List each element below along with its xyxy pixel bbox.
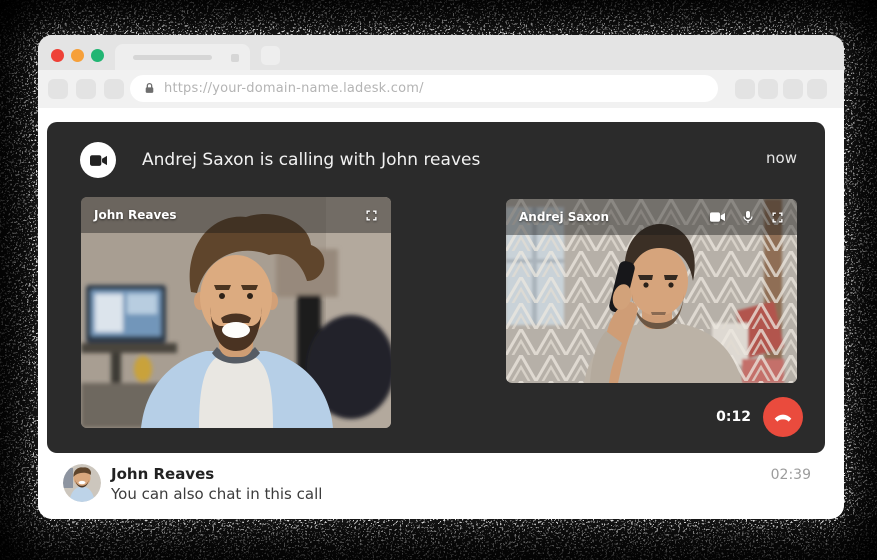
chat-sender-name: John Reaves bbox=[111, 465, 322, 485]
browser-window: https://your-domain-name.ladesk.com/ And… bbox=[38, 35, 844, 519]
video-camera-icon[interactable] bbox=[710, 211, 725, 223]
traffic-light-close-button[interactable] bbox=[51, 49, 64, 62]
call-title: Andrej Saxon is calling with John reaves bbox=[142, 150, 480, 170]
andrej-feed-overlay: Andrej Saxon bbox=[506, 199, 797, 235]
toolbar-button-placeholder-2[interactable] bbox=[758, 79, 778, 99]
toolbar-button-placeholder-4[interactable] bbox=[807, 79, 827, 99]
chat-message-text: You can also chat in this call bbox=[111, 485, 322, 505]
url-text: https://your-domain-name.ladesk.com/ bbox=[164, 81, 424, 96]
call-received-time: now bbox=[766, 149, 797, 167]
lock-icon bbox=[143, 82, 156, 95]
hangup-phone-icon bbox=[772, 409, 794, 425]
browser-tab[interactable] bbox=[115, 44, 250, 70]
chat-timestamp: 02:39 bbox=[771, 464, 811, 483]
video-feed-john-reaves: John Reaves bbox=[81, 197, 391, 428]
traffic-light-zoom-button[interactable] bbox=[91, 49, 104, 62]
hangup-button[interactable] bbox=[763, 397, 803, 437]
forward-button-placeholder[interactable] bbox=[76, 79, 96, 99]
john-feed-name: John Reaves bbox=[94, 208, 177, 222]
new-tab-button[interactable] bbox=[261, 46, 280, 65]
call-panel: Andrej Saxon is calling with John reaves… bbox=[47, 122, 825, 453]
avatar bbox=[63, 464, 101, 502]
fullscreen-icon[interactable] bbox=[365, 209, 378, 222]
video-camera-icon bbox=[90, 154, 107, 167]
tab-close-icon[interactable] bbox=[231, 54, 239, 62]
address-bar[interactable]: https://your-domain-name.ladesk.com/ bbox=[130, 75, 718, 102]
tab-title-placeholder bbox=[133, 55, 212, 60]
toolbar-button-placeholder-1[interactable] bbox=[735, 79, 755, 99]
toolbar-button-placeholder-3[interactable] bbox=[783, 79, 803, 99]
browser-toolbar: https://your-domain-name.ladesk.com/ bbox=[38, 70, 844, 108]
video-call-badge bbox=[80, 142, 116, 178]
chat-message: John Reaves You can also chat in this ca… bbox=[63, 464, 811, 504]
microphone-icon[interactable] bbox=[742, 210, 754, 224]
traffic-light-minimize-button[interactable] bbox=[71, 49, 84, 62]
fullscreen-icon[interactable] bbox=[771, 211, 784, 224]
back-button-placeholder[interactable] bbox=[48, 79, 68, 99]
andrej-feed-name: Andrej Saxon bbox=[519, 210, 609, 224]
john-feed-overlay: John Reaves bbox=[81, 197, 391, 233]
page-content: Andrej Saxon is calling with John reaves… bbox=[38, 108, 844, 519]
reload-button-placeholder[interactable] bbox=[104, 79, 124, 99]
browser-tab-bar bbox=[38, 35, 844, 70]
video-feed-andrej-saxon: Andrej Saxon bbox=[506, 199, 797, 383]
call-duration: 0:12 bbox=[716, 409, 751, 425]
